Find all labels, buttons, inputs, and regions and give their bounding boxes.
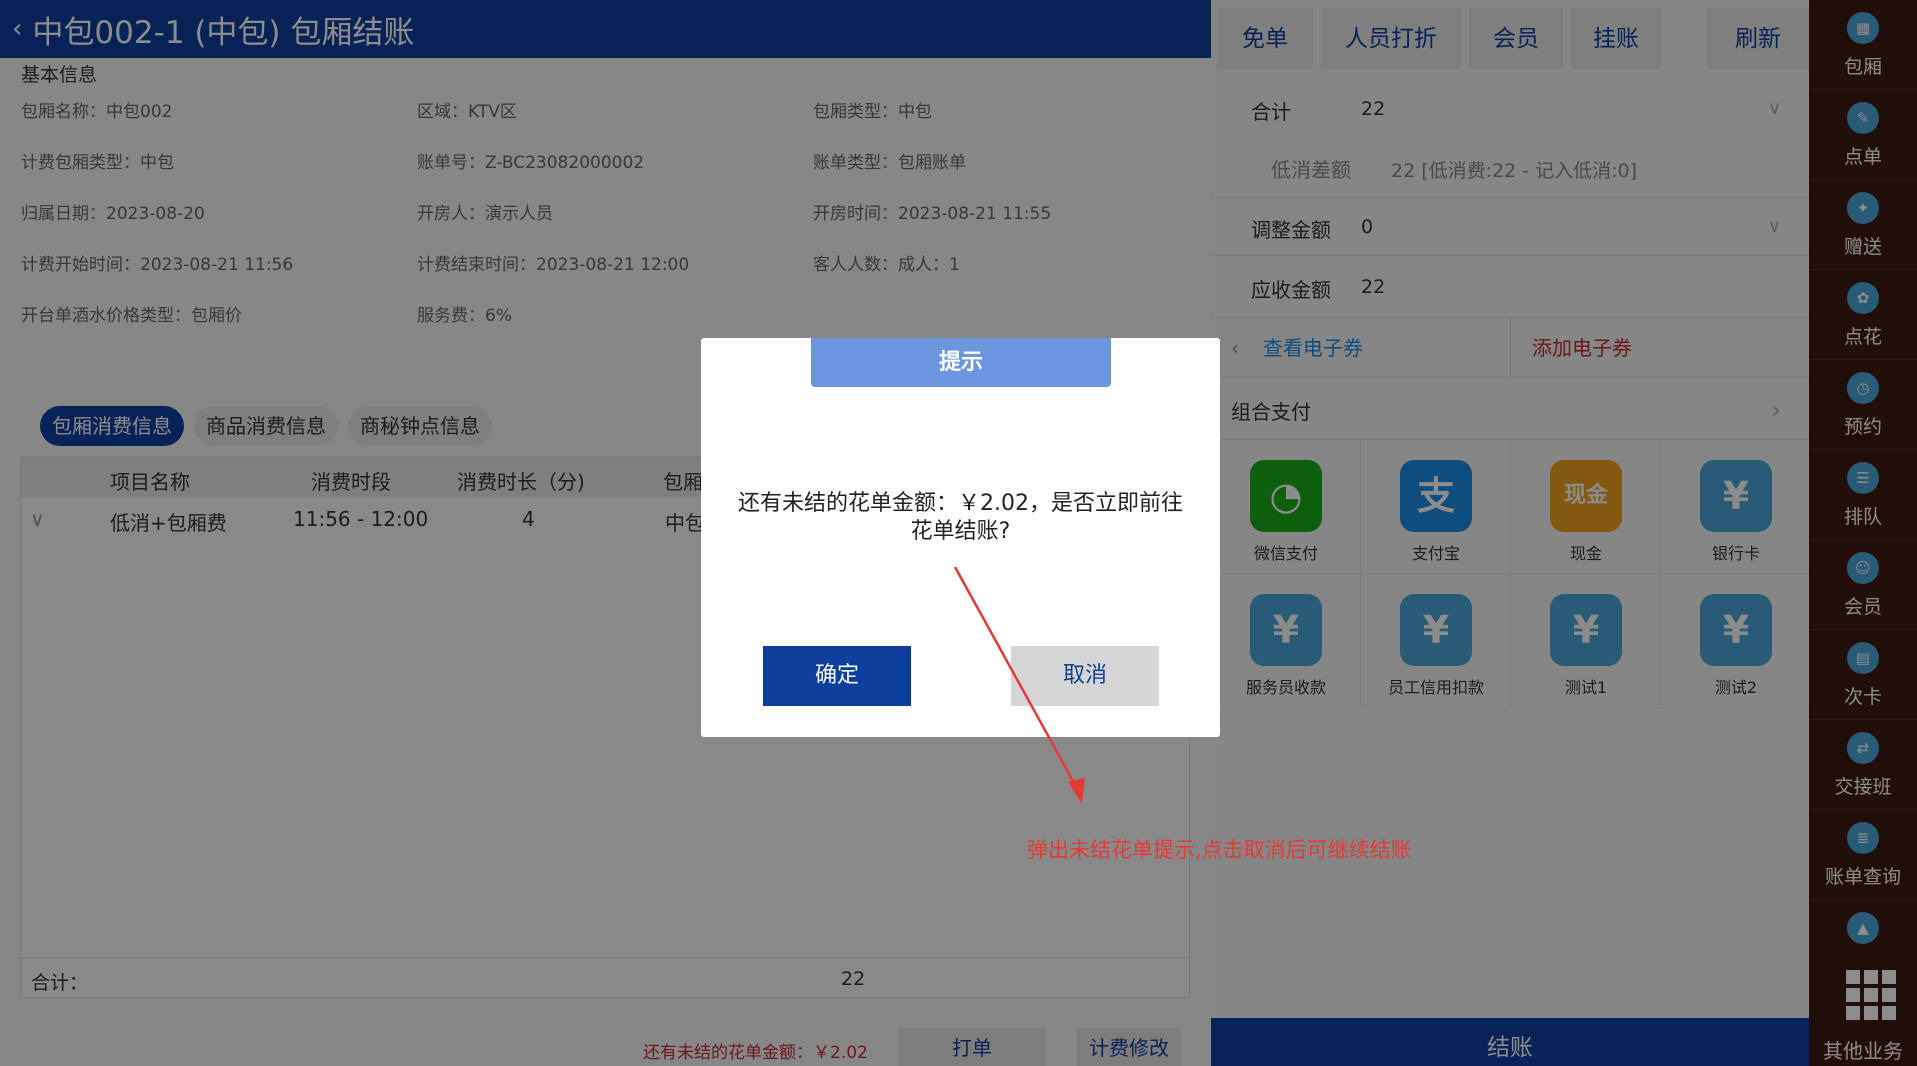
dialog-title: 提示	[811, 338, 1111, 387]
dialog-message: 还有未结的花单金额：￥2.02，是否立即前往花单结账?	[738, 491, 1183, 544]
annotation-note: 弹出未结花单提示,点击取消后可继续结账	[1027, 838, 1412, 862]
confirm-button[interactable]: 确定	[763, 646, 911, 706]
prompt-dialog: 提示 还有未结的花单金额：￥2.02，是否立即前往花单结账? 确定 取消	[701, 338, 1220, 737]
cancel-button[interactable]: 取消	[1011, 646, 1159, 706]
